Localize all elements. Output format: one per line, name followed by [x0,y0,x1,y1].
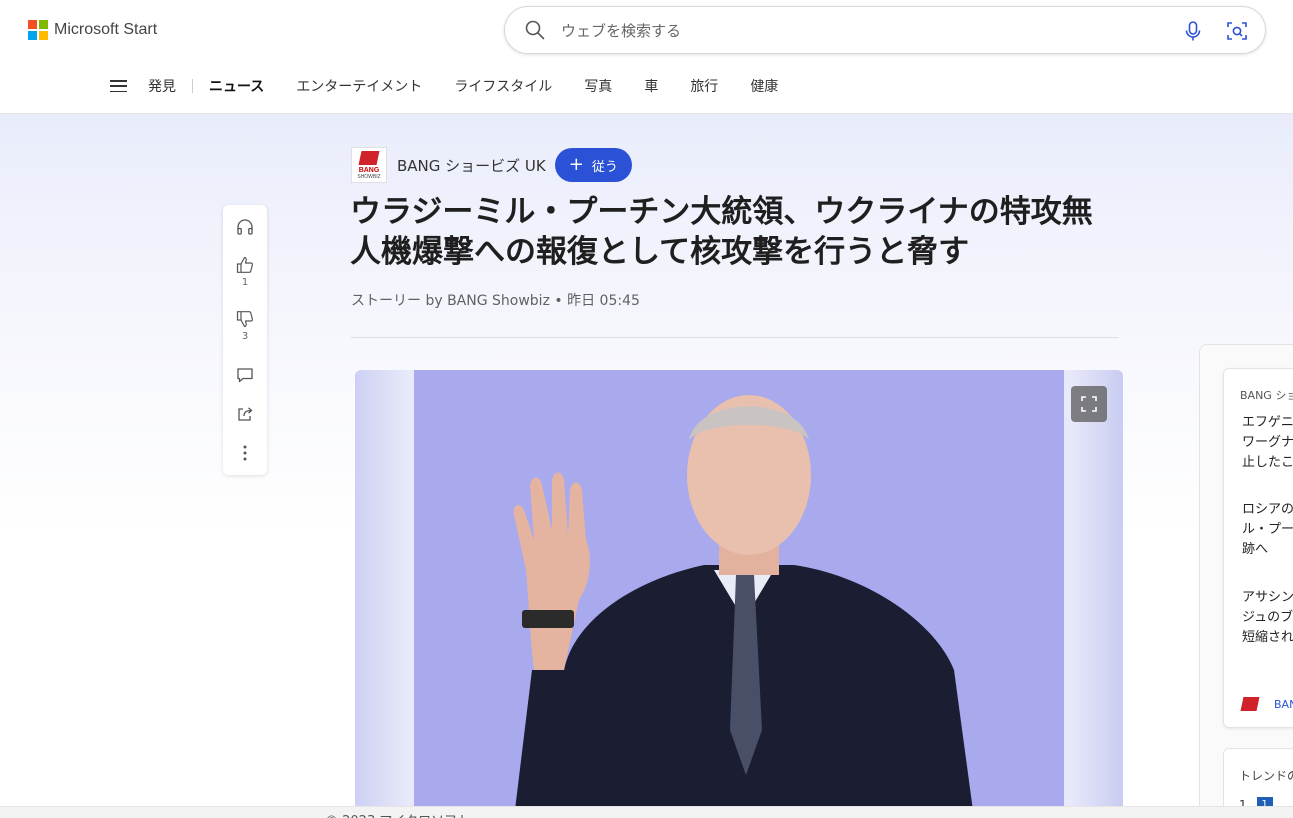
article-title-line-2: 人機爆撃への報復として核攻撃を行うと脅す [350,234,970,270]
search-box[interactable] [504,6,1266,54]
expand-image-button[interactable] [1071,386,1107,422]
main-nav: 発見 ニュース エンターテイメント ライフスタイル 写真 車 旅行 健康 [110,76,810,96]
hero-photo [414,370,1064,818]
article-title: ウラジーミル・プーチン大統領、ウクライナの特攻無 人機爆撃への報復として核攻撃を… [350,192,1140,272]
side-card-footer[interactable]: BAN [1240,697,1293,711]
side-story-3[interactable]: アサシン ジュのブ 短縮され [1242,588,1293,648]
publisher-name[interactable]: BANG ショービズ UK [397,155,546,176]
top-header: Microsoft Start 発見 ニュース エンターテイメント ライフスタイ… [0,0,1293,114]
share-icon[interactable] [235,404,255,424]
microsoft-start-logo[interactable]: Microsoft Start [28,20,157,40]
side-card-header: BANG ショ [1240,389,1293,402]
nav-item-lifestyle[interactable]: ライフスタイル [454,76,552,96]
follow-label: 従う [591,159,618,175]
follow-button[interactable]: + 従う [554,148,632,182]
nav-item-discover[interactable]: 発見 [148,76,176,96]
menu-icon[interactable] [110,79,128,93]
publisher-mini-logo [1240,697,1260,711]
portrait-illustration [513,395,974,818]
nav-item-news[interactable]: ニュース [209,76,264,96]
footer-strip: © 2023 マイクロソフト [0,806,1293,818]
fullscreen-icon [1081,396,1097,412]
thumbs-up-icon[interactable] [235,255,255,275]
nav-divider [192,79,193,93]
action-rail: 1 3 [223,205,267,475]
brand-name: Microsoft Start [54,21,158,38]
article-title-line-1: ウラジーミル・プーチン大統領、ウクライナの特攻無 [350,194,1093,230]
side-footer-label: BAN [1274,697,1293,711]
nav-item-health[interactable]: 健康 [750,76,778,96]
copyright-text: © 2023 マイクロソフト [325,810,470,818]
trending-title: トレンドの [1239,769,1293,783]
like-count: 1 [241,277,249,288]
comment-icon[interactable] [235,365,255,385]
article-byline: ストーリー by BANG Showbiz • 昨日 05:45 [351,293,640,309]
dislike-count: 3 [241,331,249,342]
search-icon[interactable] [525,20,545,40]
more-options-icon[interactable] [235,443,255,463]
nav-item-travel[interactable]: 旅行 [690,76,718,96]
side-story-2[interactable]: ロシアの ル・プー 跡へ [1242,500,1293,560]
headphones-icon[interactable] [235,217,255,237]
search-input[interactable] [561,17,1161,45]
microsoft-logo-icon [28,20,48,40]
nav-item-entertainment[interactable]: エンターテイメント [296,76,422,96]
nav-item-photos[interactable]: 写真 [584,76,612,96]
side-story-1[interactable]: エフゲニ ワーグナ 止したこ [1242,413,1293,473]
nav-item-autos[interactable]: 車 [644,76,658,96]
publisher-more-stories-card: BANG ショ エフゲニ ワーグナ 止したこ ロシアの ル・プー 跡へ アサシン… [1223,368,1293,728]
publisher-logo[interactable]: BANG SHOWBIZ [351,147,387,183]
visual-search-icon[interactable] [1225,19,1249,43]
microphone-icon[interactable] [1181,19,1205,43]
thumbs-down-icon[interactable] [235,309,255,329]
publisher-row: BANG SHOWBIZ BANG ショービズ UK + 従う [351,147,632,183]
article-hero-image[interactable] [355,370,1123,818]
plus-icon: + [568,154,584,175]
divider [351,337,1119,338]
